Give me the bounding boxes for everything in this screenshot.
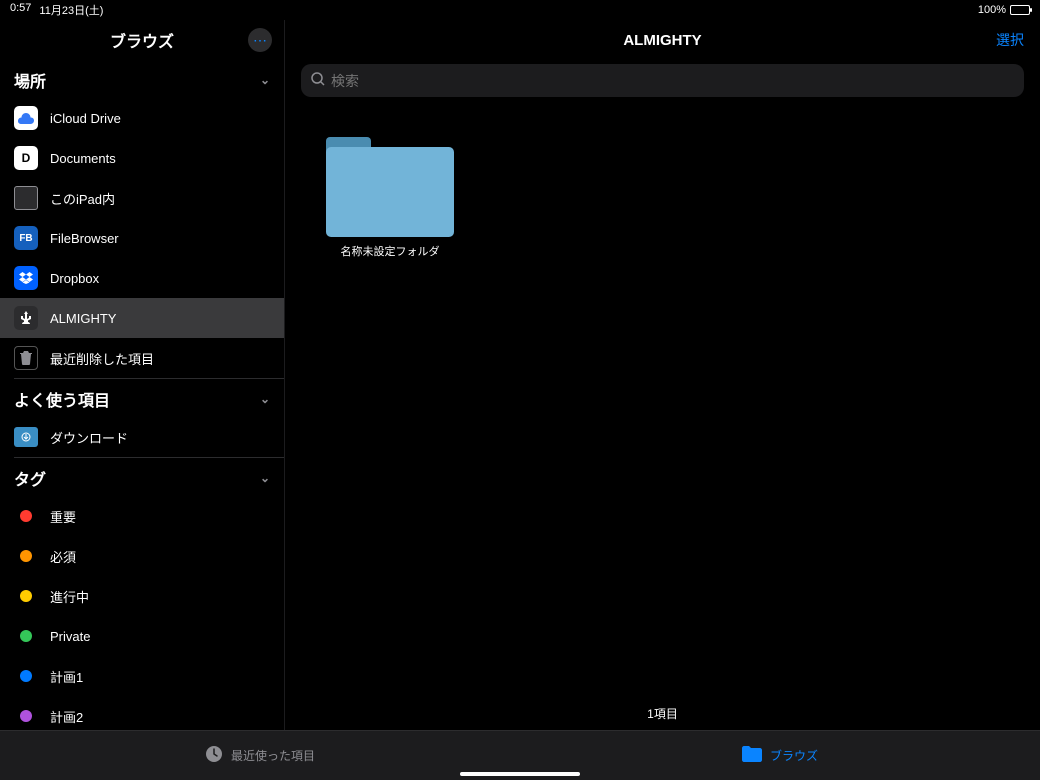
- sidebar-tag-important[interactable]: 重要: [0, 496, 284, 536]
- sidebar-item-documents[interactable]: D Documents: [0, 138, 284, 178]
- trash-icon: [14, 346, 38, 370]
- locations-label: 場所: [14, 68, 46, 92]
- chevron-down-icon: ⌄: [260, 392, 270, 406]
- tag-dot-icon: [20, 670, 32, 682]
- tab-label: 最近使った項目: [231, 747, 315, 764]
- battery-icon: [1010, 5, 1030, 15]
- folder-item[interactable]: 名称未設定フォルダ: [325, 137, 455, 259]
- sidebar-item-label: Documents: [50, 151, 116, 166]
- sidebar-tag-required[interactable]: 必須: [0, 536, 284, 576]
- ipad-icon: [14, 186, 38, 210]
- sidebar-item-label: FileBrowser: [50, 231, 119, 246]
- main-content: ALMIGHTY 選択 名称未設定フォルダ 1項目: [285, 20, 1040, 730]
- sidebar-tag-plan2[interactable]: 計画2: [0, 696, 284, 730]
- sidebar-item-dropbox[interactable]: Dropbox: [0, 258, 284, 298]
- downloads-icon: [14, 427, 38, 447]
- bottom-tab-bar: 最近使った項目 ブラウズ: [0, 730, 1040, 780]
- icloud-icon: [14, 106, 38, 130]
- sidebar-item-label: Dropbox: [50, 271, 99, 286]
- tag-dot-icon: [20, 710, 32, 722]
- search-input[interactable]: [331, 73, 1014, 89]
- sidebar-item-label: 重要: [50, 507, 76, 526]
- tag-dot-icon: [20, 550, 32, 562]
- tab-browse[interactable]: ブラウズ: [520, 731, 1040, 780]
- sidebar-tag-plan1[interactable]: 計画1: [0, 656, 284, 696]
- folder-label: 名称未設定フォルダ: [341, 243, 440, 259]
- favorites-label: よく使う項目: [14, 387, 110, 411]
- documents-icon: D: [14, 146, 38, 170]
- sidebar-item-icloud[interactable]: iCloud Drive: [0, 98, 284, 138]
- sidebar-title: ブラウズ: [110, 28, 174, 52]
- sidebar-item-label: 計画2: [50, 707, 83, 726]
- status-time: 0:57: [10, 2, 31, 18]
- tag-dot-icon: [20, 630, 32, 642]
- battery-percent: 100%: [978, 4, 1006, 16]
- section-header-locations[interactable]: 場所 ⌄: [0, 60, 284, 98]
- filebrowser-icon: FB: [14, 226, 38, 250]
- sidebar-item-filebrowser[interactable]: FB FileBrowser: [0, 218, 284, 258]
- section-header-favorites[interactable]: よく使う項目 ⌄: [0, 379, 284, 417]
- sidebar-item-label: 最近削除した項目: [50, 349, 154, 368]
- main-title: ALMIGHTY: [623, 32, 701, 49]
- chevron-down-icon: ⌄: [260, 471, 270, 485]
- sidebar-item-trash[interactable]: 最近削除した項目: [0, 338, 284, 378]
- sidebar: ブラウズ ⋯ 場所 ⌄ iCloud Drive D Documents このi…: [0, 20, 285, 730]
- sidebar-item-ipad[interactable]: このiPad内: [0, 178, 284, 218]
- file-grid[interactable]: 名称未設定フォルダ: [285, 107, 1040, 697]
- sidebar-item-label: このiPad内: [50, 189, 115, 208]
- sidebar-item-downloads[interactable]: ダウンロード: [0, 417, 284, 457]
- folder-icon: [742, 746, 762, 765]
- sidebar-tag-inprogress[interactable]: 進行中: [0, 576, 284, 616]
- usb-icon: [14, 306, 38, 330]
- sidebar-item-almighty[interactable]: ALMIGHTY: [0, 298, 284, 338]
- sidebar-item-label: ALMIGHTY: [50, 311, 116, 326]
- clock-icon: [205, 745, 223, 766]
- sidebar-item-label: 必須: [50, 547, 76, 566]
- tag-dot-icon: [20, 590, 32, 602]
- sidebar-item-label: 進行中: [50, 587, 89, 606]
- sidebar-item-label: Private: [50, 629, 90, 644]
- item-count: 1項目: [285, 697, 1040, 730]
- more-button[interactable]: ⋯: [248, 28, 272, 52]
- ellipsis-icon: ⋯: [253, 32, 267, 49]
- section-header-tags[interactable]: タグ ⌄: [0, 458, 284, 496]
- search-icon: [311, 72, 325, 89]
- chevron-down-icon: ⌄: [260, 73, 270, 87]
- status-date: 11月23日(土): [39, 2, 103, 18]
- tab-recent[interactable]: 最近使った項目: [0, 731, 520, 780]
- select-button[interactable]: 選択: [996, 30, 1024, 50]
- dropbox-icon: [14, 266, 38, 290]
- sidebar-item-label: 計画1: [50, 667, 83, 686]
- tag-dot-icon: [20, 510, 32, 522]
- status-bar: 0:57 11月23日(土) 100%: [0, 0, 1040, 20]
- sidebar-item-label: iCloud Drive: [50, 111, 121, 126]
- folder-icon: [326, 137, 454, 237]
- search-field[interactable]: [301, 64, 1024, 97]
- tab-label: ブラウズ: [770, 747, 818, 764]
- tags-label: タグ: [14, 466, 46, 490]
- sidebar-item-label: ダウンロード: [50, 428, 128, 447]
- home-indicator[interactable]: [460, 772, 580, 776]
- sidebar-tag-private[interactable]: Private: [0, 616, 284, 656]
